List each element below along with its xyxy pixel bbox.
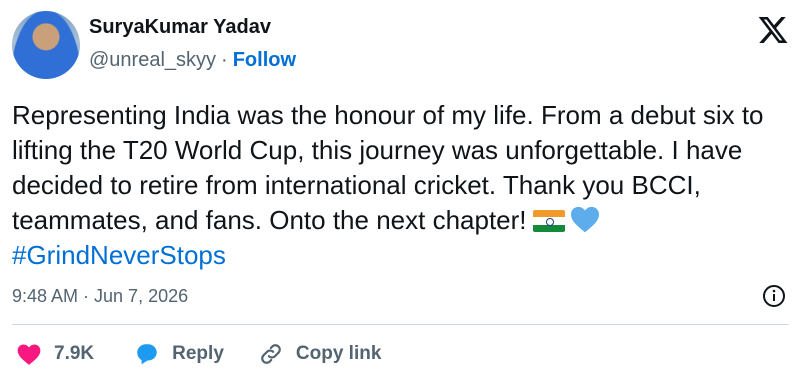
avatar[interactable] xyxy=(12,11,80,79)
divider xyxy=(12,324,789,325)
likes-count: 7.9K xyxy=(54,343,95,364)
hashtag-link[interactable]: #GrindNeverStops xyxy=(12,240,226,270)
reply-icon xyxy=(137,344,157,365)
author-name[interactable]: SuryaKumar Yadav xyxy=(89,16,271,39)
reply-button[interactable]: Reply xyxy=(134,341,224,367)
author-handle[interactable]: @unreal_skyy xyxy=(89,49,216,71)
like-button[interactable]: 7.9K xyxy=(16,341,94,367)
action-bar: 7.9K Reply Copy link xyxy=(16,340,381,368)
link-icon xyxy=(261,344,281,364)
copy-link-button[interactable]: Copy link xyxy=(258,341,382,367)
india-flag-emoji xyxy=(532,210,565,232)
timestamp[interactable]: 9:48 AM · Jun 7, 2026 xyxy=(12,286,188,307)
blue-heart-icon xyxy=(570,206,599,233)
separator: · xyxy=(221,49,228,71)
tweet-text: Representing India was the honour of my … xyxy=(12,98,802,273)
handle-row: @unreal_skyy · Follow xyxy=(89,49,296,72)
reply-label: Reply xyxy=(172,343,224,364)
copy-link-label: Copy link xyxy=(295,343,382,364)
info-icon[interactable] xyxy=(762,284,786,308)
tweet-body: Representing India was the honour of my … xyxy=(12,100,771,235)
follow-button[interactable]: Follow xyxy=(233,49,296,71)
x-logo-icon[interactable] xyxy=(757,14,789,46)
heart-icon xyxy=(17,344,41,365)
